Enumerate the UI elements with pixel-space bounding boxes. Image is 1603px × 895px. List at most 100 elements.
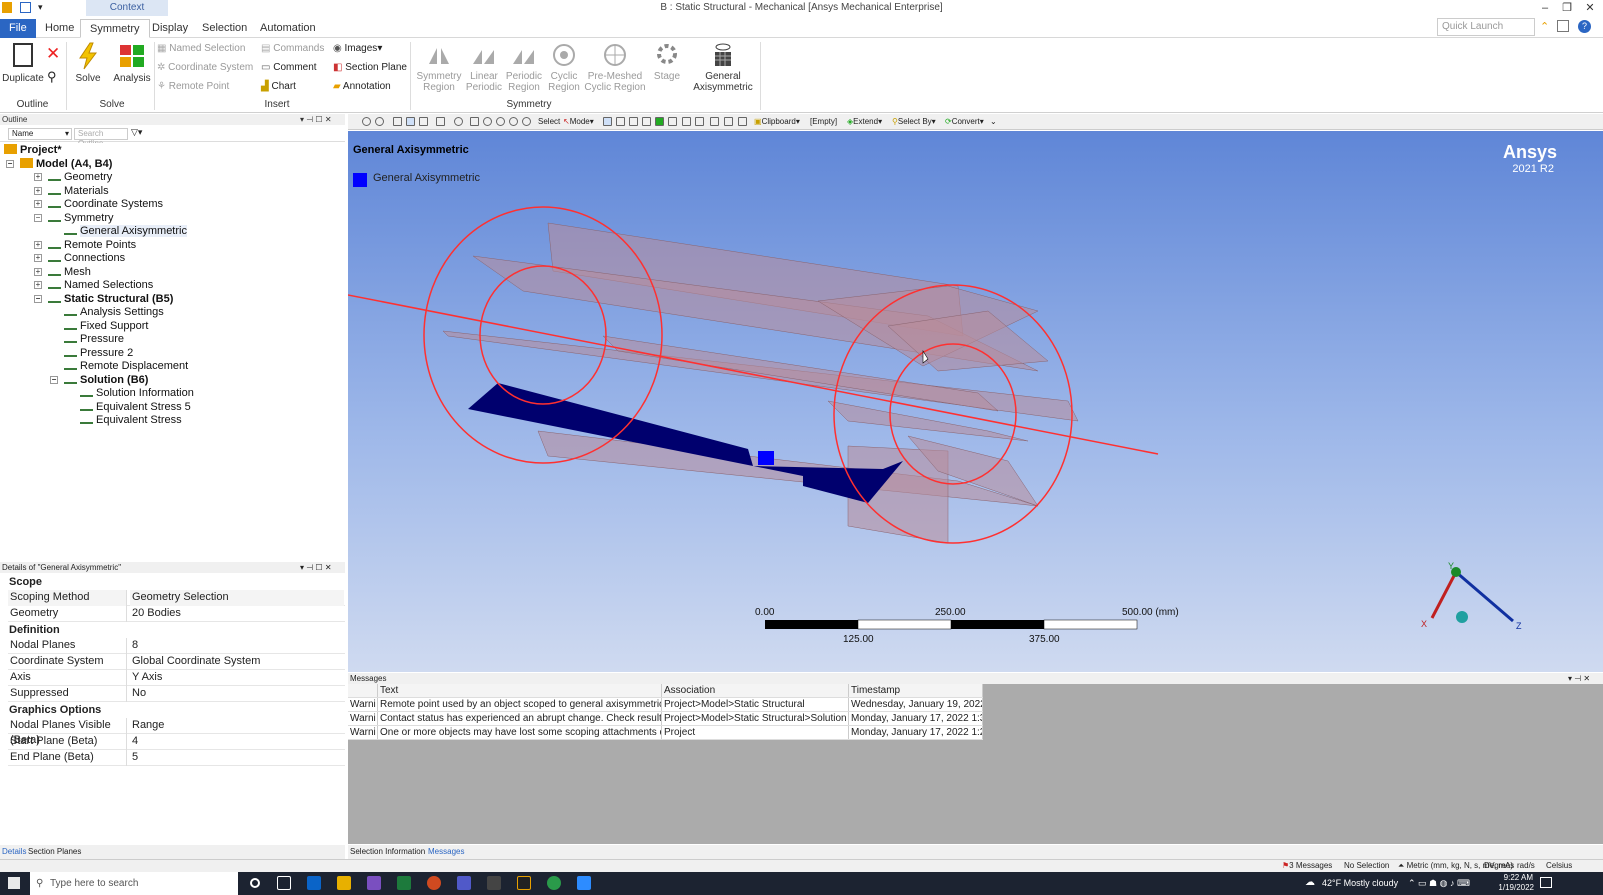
filter-type-select[interactable]: Name ▾ [8, 128, 72, 140]
stage-button[interactable]: Stage [650, 42, 684, 82]
clock-time[interactable]: 9:22 AM [1497, 873, 1533, 882]
tree-item[interactable]: +Analysis Settings [64, 305, 164, 319]
details-section-header[interactable]: Graphics Options [2, 702, 345, 718]
zoom-out-icon[interactable] [375, 117, 384, 126]
linear-periodic-button[interactable]: Linear Periodic [464, 42, 504, 93]
zoom-icon[interactable] [483, 117, 492, 126]
tree-item[interactable]: Project* [4, 143, 62, 157]
column-association[interactable]: Association [662, 684, 849, 697]
select-node-icon[interactable] [668, 117, 677, 126]
expand-toggle-icon[interactable]: − [34, 294, 42, 303]
excel-icon[interactable] [397, 876, 411, 890]
symmetry-region-button[interactable]: Symmetry Region [414, 42, 464, 93]
message-row[interactable]: Warni Remote point used by an object scop… [348, 698, 983, 712]
pre-meshed-cyclic-region-button[interactable]: Pre-Meshed Cyclic Region [584, 42, 646, 93]
chrome-icon[interactable] [547, 876, 561, 890]
duplicate-button[interactable]: Duplicate [2, 42, 44, 84]
details-value[interactable]: 4 [130, 734, 344, 750]
periodic-region-button[interactable]: Periodic Region [504, 42, 544, 93]
pin-icon[interactable]: ▾ ⊣ ✕ [1568, 673, 1590, 684]
remote-point-button[interactable]: ⚘ Remote Point [157, 80, 229, 94]
tab-file[interactable]: File [0, 19, 36, 38]
tree-item[interactable]: Equivalent Stress [80, 413, 182, 427]
zoom-app-icon[interactable] [577, 876, 591, 890]
details-value[interactable]: Geometry Selection [130, 590, 344, 606]
coordinate-system-button[interactable]: ✲ Coordinate System [157, 61, 253, 75]
pin-icon[interactable]: ▾ ⊣ ☐ ✕ [300, 114, 332, 125]
zoom-fit-icon[interactable] [509, 117, 518, 126]
view-icon[interactable] [419, 117, 428, 126]
column-text[interactable]: Text [378, 684, 662, 697]
chart-button[interactable]: ▟ Chart [261, 80, 296, 94]
select-body-icon[interactable] [642, 117, 651, 126]
details-value[interactable]: 8 [130, 638, 344, 654]
mode-button[interactable]: ↖Mode▾ [563, 115, 594, 129]
teams-icon[interactable] [457, 876, 471, 890]
details-row[interactable]: Geometry 20 Bodies [8, 606, 345, 622]
tree-item[interactable]: + Coordinate Systems [34, 197, 163, 211]
hide-icon[interactable] [724, 117, 733, 126]
tree-item[interactable]: + Named Selections [34, 278, 153, 292]
details-row[interactable]: Suppressed No [8, 686, 345, 702]
delete-icon[interactable]: ✕ [46, 45, 60, 62]
expand-toggle-icon[interactable]: + [34, 281, 42, 289]
expand-toggle-icon[interactable]: − [6, 159, 14, 168]
message-row[interactable]: Warni Contact status has experienced an a… [348, 712, 983, 726]
tab-home[interactable]: Home [36, 19, 83, 38]
filter-options-icon[interactable]: ▽▾ [131, 127, 142, 138]
messages-count[interactable]: ⚑3 Messages [1282, 860, 1332, 872]
tree-item[interactable]: − Static Structural (B5) [34, 292, 173, 306]
details-row[interactable]: Nodal Planes 8 [8, 638, 345, 654]
details-row[interactable]: Scoping Method Geometry Selection [8, 590, 345, 606]
tab-messages[interactable]: Messages [428, 845, 464, 859]
box-zoom-icon[interactable] [496, 117, 505, 126]
details-row[interactable]: End Plane (Beta) 5 [8, 750, 345, 766]
named-selection-button[interactable]: ▦ Named Selection [157, 42, 245, 56]
quick-launch-input[interactable]: Quick Launch [1437, 18, 1535, 36]
search-outline-input[interactable]: Search Outline [74, 128, 128, 148]
expand-toggle-icon[interactable]: + [34, 240, 42, 249]
tree-item[interactable]: − Solution (B6) [50, 373, 148, 387]
column-timestamp[interactable]: Timestamp [849, 684, 983, 697]
tab-selection-information[interactable]: Selection Information [350, 845, 425, 859]
magnifier-icon[interactable] [522, 117, 531, 126]
convert-button[interactable]: ⟳Convert▾ [945, 115, 984, 129]
mechanical-icon[interactable] [517, 876, 531, 890]
close-button[interactable]: ✕ [1580, 0, 1600, 16]
help-icon[interactable]: ? [1578, 20, 1591, 33]
expand-toggle-icon[interactable]: − [50, 375, 58, 384]
tray-icons[interactable]: ⌃ ▭ ☗ ◍ ♪ ⌨ [1408, 878, 1470, 889]
cyclic-region-button[interactable]: Cyclic Region [544, 42, 584, 93]
commands-button[interactable]: ▤ Commands [261, 42, 324, 56]
notes-icon[interactable] [1557, 20, 1569, 32]
tree-item[interactable]: − Model (A4, B4) [6, 157, 112, 171]
tree-item[interactable]: +Pressure 2 [64, 346, 133, 360]
minimize-button[interactable]: – [1535, 0, 1555, 16]
view-icon[interactable] [393, 117, 402, 126]
annotation-button[interactable]: ▰ Annotation [333, 80, 391, 94]
tab-display[interactable]: Display [143, 19, 197, 38]
expand-toggle-icon[interactable]: + [34, 186, 42, 195]
section-plane-button[interactable]: ◧ Section Plane [333, 61, 407, 75]
expand-toggle-icon[interactable]: + [34, 267, 42, 276]
visual-studio-icon[interactable] [367, 876, 381, 890]
tree-item[interactable]: + Geometry [34, 170, 112, 184]
graphics-viewport[interactable]: General Axisymmetric General Axisymmetri… [348, 131, 1603, 672]
pan-icon[interactable] [470, 117, 479, 126]
select-vertex-icon[interactable] [603, 117, 612, 126]
select-all-icon[interactable] [710, 117, 719, 126]
show-icon[interactable] [738, 117, 747, 126]
chevron-up-icon[interactable]: ⌃ [1540, 20, 1549, 33]
temperature-units[interactable]: Celsius [1546, 860, 1572, 872]
message-row[interactable]: Warni One or more objects may have lost s… [348, 726, 983, 740]
details-value[interactable]: Range [130, 718, 344, 734]
details-row[interactable]: Coordinate System Global Coordinate Syste… [8, 654, 345, 670]
restore-button[interactable]: ❐ [1557, 0, 1577, 16]
select-button[interactable]: Select [538, 115, 560, 129]
tab-section-planes[interactable]: Section Planes [28, 845, 81, 859]
expand-toggle-icon[interactable]: + [34, 200, 42, 208]
details-value[interactable]: Y Axis [130, 670, 344, 686]
tab-automation[interactable]: Automation [251, 19, 325, 38]
clock-date[interactable]: 1/19/2022 [1492, 883, 1534, 892]
select-edge-icon[interactable] [616, 117, 625, 126]
